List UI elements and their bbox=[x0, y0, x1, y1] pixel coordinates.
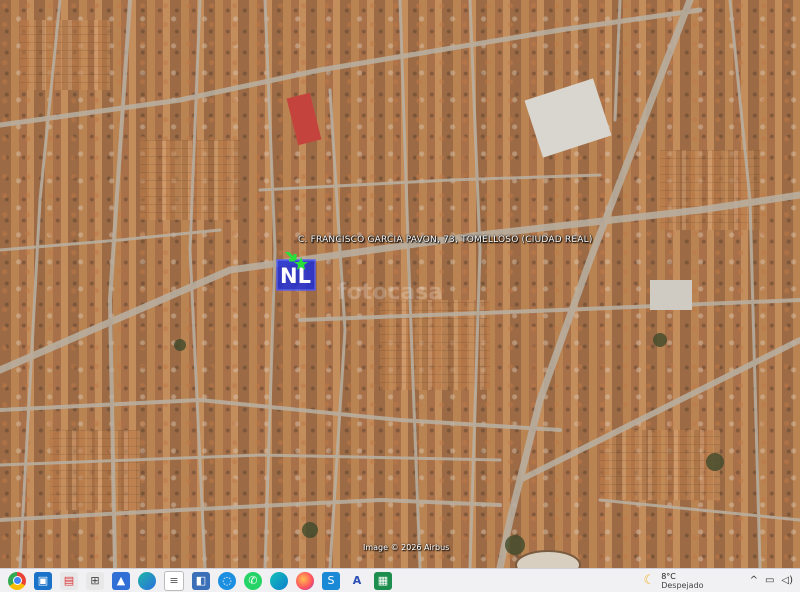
whatsapp-icon[interactable]: ✆ bbox=[244, 571, 262, 590]
tree bbox=[302, 522, 318, 538]
sheets-icon[interactable]: ▦ bbox=[374, 571, 392, 590]
street bbox=[598, 498, 800, 522]
street bbox=[728, 0, 762, 568]
watermark: fotocasa bbox=[337, 280, 444, 305]
weather-widget[interactable]: ☾ 8°C Despejado bbox=[644, 572, 704, 590]
street bbox=[328, 88, 347, 568]
taskbar: ▣ ▤ ⊞ ▲ ≡ ◧ ◌ ✆ S A ▦ ☾ 8°C Despejado ^ … bbox=[0, 568, 800, 592]
moon-icon: ☾ bbox=[643, 573, 656, 588]
tree bbox=[706, 453, 724, 471]
firefox-icon[interactable] bbox=[296, 571, 314, 590]
system-tray: ☾ 8°C Despejado ^ ▭ ◁) bbox=[644, 569, 800, 592]
store-icon[interactable]: ▤ bbox=[60, 571, 78, 590]
red-roof-building bbox=[286, 92, 322, 146]
bullring bbox=[515, 550, 581, 568]
tree bbox=[174, 339, 186, 351]
street bbox=[107, 0, 132, 568]
shazam-icon[interactable]: S bbox=[322, 571, 340, 590]
white-roof-building bbox=[650, 280, 692, 310]
file-explorer-icon[interactable]: ▣ bbox=[34, 571, 52, 590]
copilot-icon[interactable] bbox=[270, 571, 288, 590]
photos-icon[interactable]: ▲ bbox=[112, 571, 130, 590]
street bbox=[613, 0, 622, 122]
gallery-icon[interactable]: ◧ bbox=[192, 571, 210, 590]
tree bbox=[505, 535, 525, 555]
tree bbox=[653, 333, 667, 347]
address-label: C. FRANCISCO GARCIA PAVON, 73, TOMELLOSO… bbox=[298, 235, 593, 245]
street bbox=[0, 228, 222, 252]
device-icon[interactable]: ▭ bbox=[765, 575, 774, 586]
street bbox=[263, 0, 277, 568]
street bbox=[0, 497, 502, 522]
imagery-attribution: Image © 2026 Airbus bbox=[363, 543, 450, 552]
marker-letters: NL bbox=[280, 264, 311, 288]
street bbox=[18, 0, 62, 568]
chrome-icon[interactable] bbox=[8, 571, 26, 590]
chevron-up-icon[interactable]: ^ bbox=[750, 575, 758, 586]
weather-temperature: 8°C bbox=[661, 571, 676, 581]
document-icon[interactable]: ≡ bbox=[164, 570, 184, 591]
location-arrow-icon bbox=[284, 252, 297, 262]
weather-condition: Despejado bbox=[661, 580, 704, 590]
street bbox=[258, 173, 602, 192]
white-roof-building bbox=[524, 78, 612, 158]
street bbox=[0, 453, 502, 467]
satellite-map[interactable]: fotocasa NL C. FRANCISCO GARCIA PAVON, 7… bbox=[0, 0, 800, 568]
edge-icon[interactable] bbox=[138, 571, 156, 590]
property-marker[interactable]: NL bbox=[275, 252, 317, 292]
arrow-app-icon[interactable]: A bbox=[348, 572, 366, 590]
phone-link-icon[interactable]: ◌ bbox=[218, 571, 236, 590]
street bbox=[468, 0, 482, 568]
speaker-icon[interactable]: ◁) bbox=[781, 575, 793, 586]
network-icon[interactable]: ⊞ bbox=[86, 571, 104, 590]
